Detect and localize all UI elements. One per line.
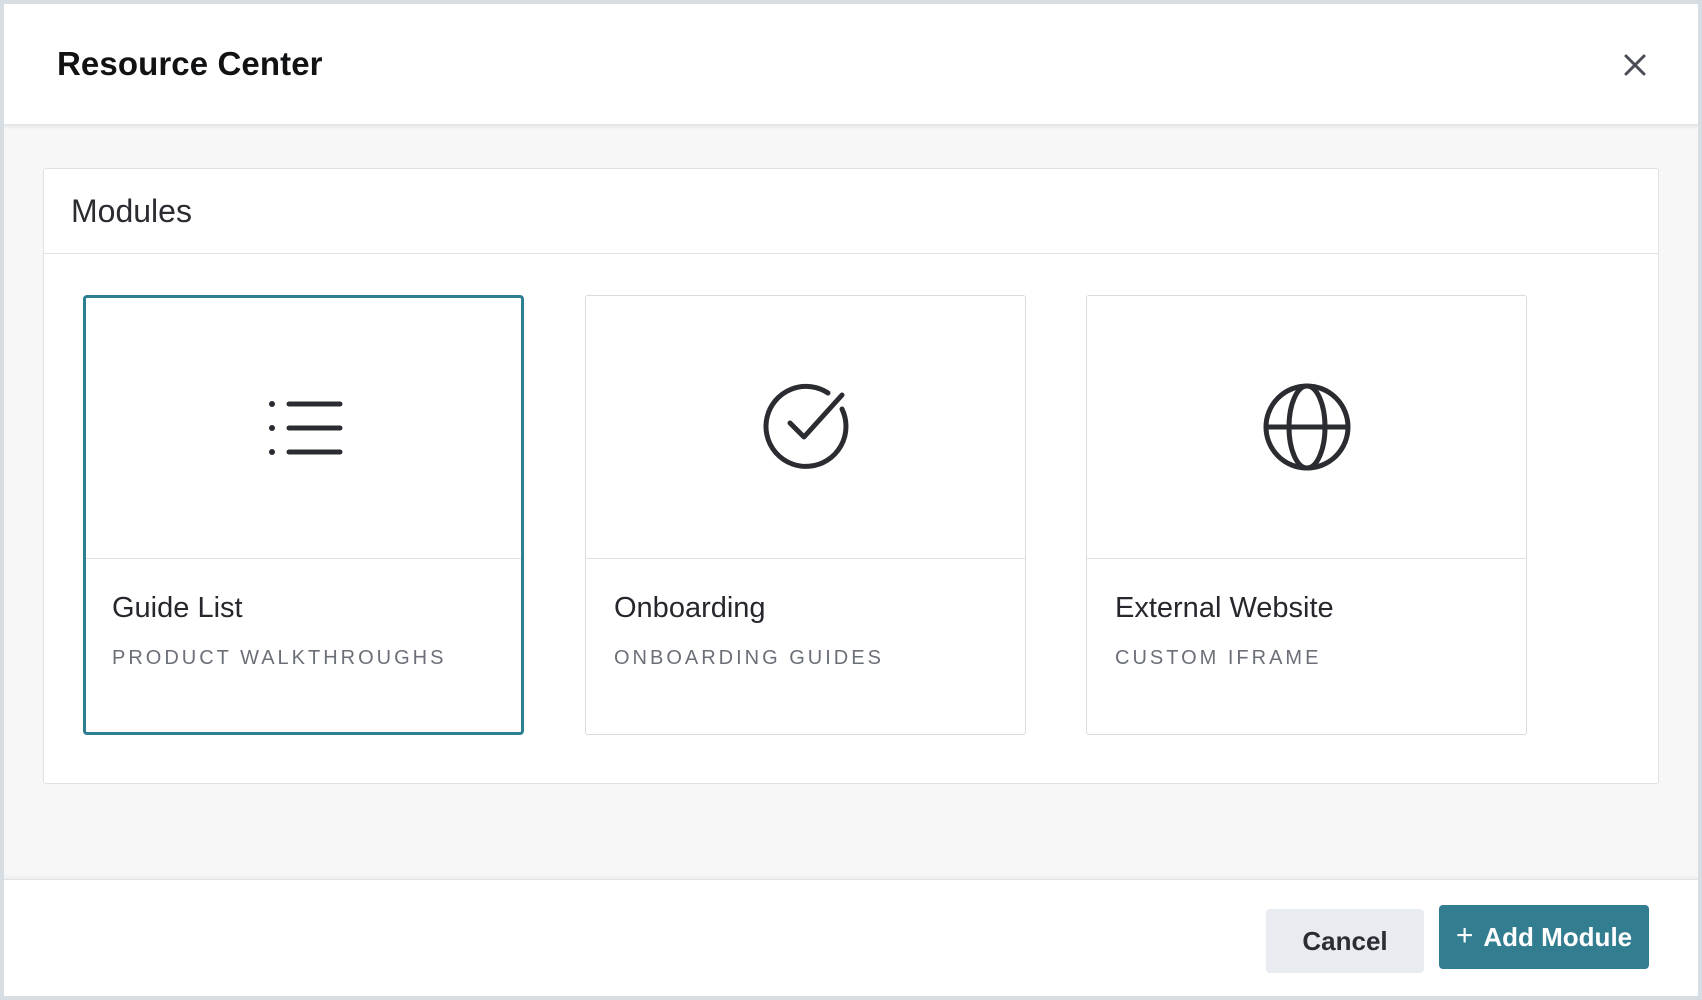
module-card-name: Guide List [112,592,243,624]
add-module-label: Add Module [1483,921,1633,952]
close-icon [1624,54,1646,76]
module-card-icon-area [586,296,1025,559]
module-card-name: External Website [1115,592,1334,624]
globe-icon [1263,383,1350,471]
resource-center-dialog: Resource Center Modules Guide List PRODU… [4,4,1698,996]
module-card-icon-area [1087,296,1526,559]
modules-panel-header: Modules [44,169,1658,254]
dialog-body: Modules Guide List PRODUCT WALKTHROUGHS [4,125,1698,879]
dialog-title: Resource Center [57,45,323,82]
module-card-subtitle: CUSTOM IFRAME [1115,647,1322,669]
modules-panel: Modules Guide List PRODUCT WALKTHROUGHS [43,168,1659,784]
module-card-subtitle: ONBOARDING GUIDES [614,647,884,669]
check-circle-icon [763,383,848,469]
modules-heading: Modules [71,193,192,229]
module-card-external-website[interactable]: External Website CUSTOM IFRAME [1086,295,1527,735]
cancel-button[interactable]: Cancel [1266,909,1424,973]
module-card-onboarding[interactable]: Onboarding ONBOARDING GUIDES [585,295,1026,735]
dialog-footer: Cancel + Add Module [4,879,1698,996]
list-icon [268,401,342,455]
dialog-header: Resource Center [4,4,1698,125]
plus-icon: + [1455,919,1474,952]
module-card-subtitle: PRODUCT WALKTHROUGHS [112,647,447,669]
add-module-button[interactable]: + Add Module [1439,905,1649,969]
module-card-guide-list[interactable]: Guide List PRODUCT WALKTHROUGHS [83,295,524,735]
close-button[interactable] [1618,48,1652,82]
module-card-name: Onboarding [614,592,766,624]
module-card-icon-area [86,298,521,559]
